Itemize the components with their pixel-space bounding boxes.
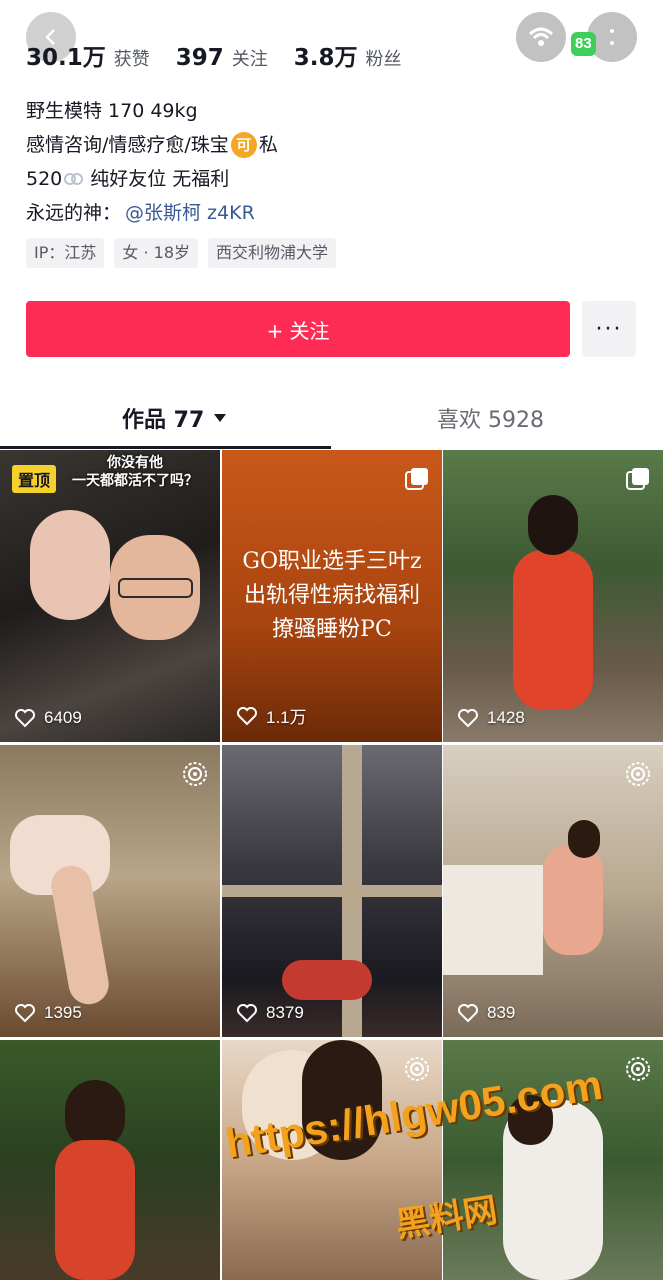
profile-bio: 野生模特 170 49kg 感情咨询/情感疗愈/珠宝 可 私 520 纯好友位 … (26, 94, 637, 230)
like-count: 8379 (236, 1003, 304, 1023)
pinned-badge: 置顶 (12, 465, 57, 493)
wifi-icon (528, 27, 554, 46)
stat-likes[interactable]: 30.1万 获赞 (26, 38, 150, 72)
stat-label: 粉丝 (365, 49, 402, 70)
like-count: 6409 (14, 708, 82, 728)
stat-value: 397 (175, 45, 224, 71)
like-count-value: 1428 (487, 708, 525, 727)
video-overlay-text: GO职业选手三叶z 出轨得性病找福利 撩骚睡粉PC (242, 549, 422, 642)
like-count: 1.1万 (236, 703, 307, 728)
heart-icon (15, 709, 35, 728)
heart-icon (15, 1004, 35, 1023)
multi-image-icon (626, 468, 649, 490)
video-caption: 你没有他 一天都都活不了吗？ (72, 455, 198, 489)
tab-works[interactable]: 作品 77 (122, 402, 227, 434)
video-tile[interactable]: 1428 (443, 450, 663, 742)
gender-age-tag: 女 · 18岁 (114, 238, 198, 268)
like-count: 839 (457, 1003, 515, 1023)
bio-text: 520 (26, 168, 63, 190)
heart-icon (237, 706, 257, 725)
live-photo-icon (626, 762, 650, 786)
video-tile[interactable] (0, 1040, 220, 1280)
video-tile[interactable]: GO职业选手三叶z 出轨得性病找福利 撩骚睡粉PC 1.1万 (222, 450, 442, 742)
ellipsis-icon: ··· (595, 316, 623, 342)
heart-icon (458, 709, 478, 728)
bio-line: 永远的神： @张斯柯 z4KR (26, 196, 637, 230)
school-tag[interactable]: 西交利物浦大学 (208, 238, 337, 268)
bio-line: 感情咨询/情感疗愈/珠宝 可 私 (26, 128, 637, 162)
bio-line: 520 纯好友位 无福利 (26, 162, 637, 196)
like-count-value: 1395 (44, 1003, 82, 1022)
video-tile[interactable]: 8379 (222, 745, 442, 1037)
more-options-button[interactable]: ··· (582, 301, 636, 357)
bio-text: 纯好友位 无福利 (90, 168, 230, 190)
tab-works-label: 作品 77 (122, 408, 205, 433)
more-icon (610, 29, 614, 45)
stat-following[interactable]: 397 关注 (176, 45, 268, 71)
profile-tags: IP：江苏 女 · 18岁 西交利物浦大学 (26, 238, 346, 268)
battery-level: 83 (571, 32, 596, 56)
follow-button[interactable]: + 关注 (26, 301, 570, 357)
live-photo-icon (405, 1057, 429, 1081)
live-photo-icon (183, 762, 207, 786)
video-tile[interactable]: 置顶 你没有他 一天都都活不了吗？ 6409 (0, 450, 220, 742)
rings-icon (64, 173, 84, 185)
like-count: 1395 (14, 1003, 82, 1023)
bio-text: 永远的神： (26, 202, 122, 224)
stat-label: 获赞 (113, 49, 150, 70)
profile-tabs: 作品 77 喜欢 5928 (0, 392, 663, 450)
caret-down-icon (214, 414, 227, 422)
heart-icon (237, 1004, 257, 1023)
tab-active-indicator (0, 446, 331, 449)
like-count: 1428 (457, 708, 525, 728)
stat-followers[interactable]: 3.8万 粉丝 (294, 38, 402, 72)
stat-label: 关注 (231, 49, 268, 70)
bio-text: 私 (258, 134, 278, 156)
stat-value: 3.8万 (293, 45, 358, 71)
live-photo-icon (626, 1057, 650, 1081)
video-tile[interactable]: 1395 (0, 745, 220, 1037)
like-count-value: 1.1万 (266, 708, 307, 727)
coin-icon: 可 (230, 132, 257, 158)
like-count-value: 839 (487, 1003, 516, 1022)
ip-tag: IP：江苏 (26, 238, 105, 268)
stat-value: 30.1万 (26, 45, 106, 71)
heart-icon (458, 1004, 478, 1023)
wifi-status-button (516, 12, 566, 62)
like-count-value: 6409 (44, 708, 82, 727)
bio-text: 感情咨询/情感疗愈/珠宝 (26, 134, 229, 156)
like-count-value: 8379 (266, 1003, 304, 1022)
tab-likes[interactable]: 喜欢 5928 (437, 402, 544, 434)
multi-image-icon (405, 468, 428, 490)
video-tile[interactable]: 839 (443, 745, 663, 1037)
bio-line: 野生模特 170 49kg (26, 100, 198, 122)
mention-link[interactable]: @张斯柯 z4KR (125, 198, 255, 228)
profile-stats: 30.1万 获赞 397 关注 3.8万 粉丝 (26, 38, 428, 72)
